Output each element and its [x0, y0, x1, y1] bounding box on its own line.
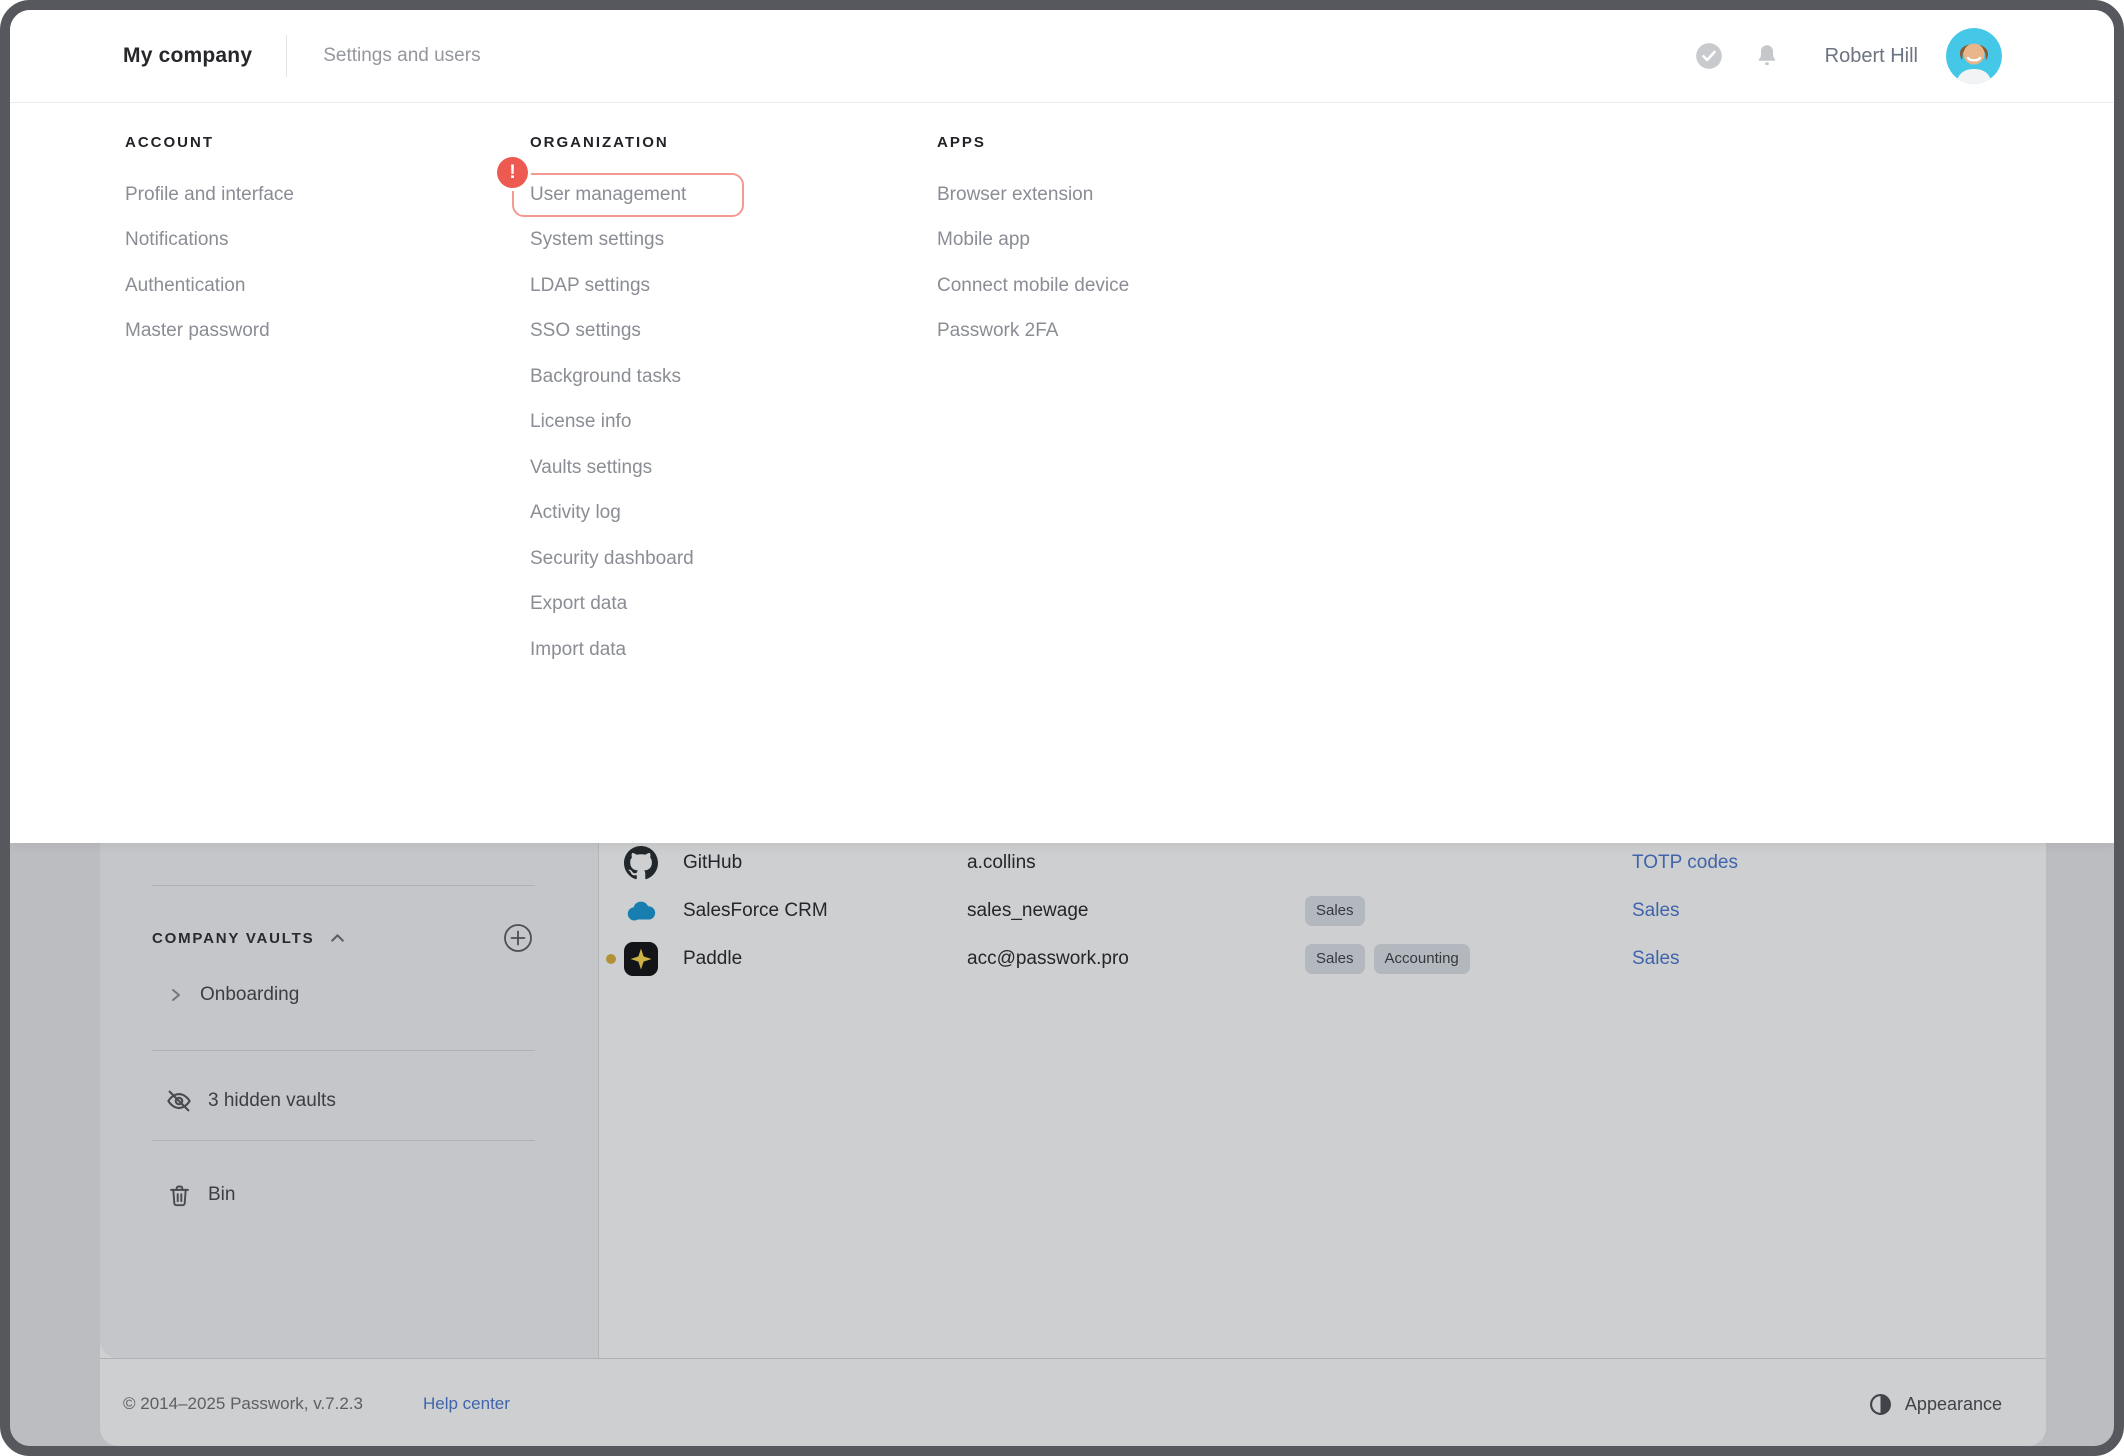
tasks-check-icon[interactable] [1695, 42, 1723, 70]
column-title: ACCOUNT [125, 134, 294, 162]
menu-item-export-data[interactable]: Export data [530, 582, 694, 628]
menu-item-master-password[interactable]: Master password [125, 309, 294, 355]
menu-column-account: ACCOUNT Profile and interface Notificati… [125, 134, 294, 354]
menu-item-authentication[interactable]: Authentication [125, 263, 294, 309]
menu-item-system-settings[interactable]: System settings [530, 218, 694, 264]
menu-item-security-dashboard[interactable]: Security dashboard [530, 536, 694, 582]
company-title[interactable]: My company [123, 44, 252, 68]
header-separator [286, 35, 287, 77]
menu-item-background-tasks[interactable]: Background tasks [530, 354, 694, 400]
breadcrumb-section: Settings and users [323, 45, 480, 67]
app-window: COMPANY VAULTS Onboarding 3 hidden vault… [0, 0, 2124, 1456]
menu-item-browser-extension[interactable]: Browser extension [937, 172, 1129, 218]
menu-item-mobile-app[interactable]: Mobile app [937, 218, 1129, 264]
menu-item-import-data[interactable]: Import data [530, 627, 694, 673]
menu-item-sso-settings[interactable]: SSO settings [530, 309, 694, 355]
menu-item-activity-log[interactable]: Activity log [530, 491, 694, 537]
settings-mega-menu: My company Settings and users Robert Hil… [10, 10, 2114, 843]
menu-item-notifications[interactable]: Notifications [125, 218, 294, 264]
menu-item-license-info[interactable]: License info [530, 400, 694, 446]
menu-item-profile-and-interface[interactable]: Profile and interface [125, 172, 294, 218]
menu-item-vaults-settings[interactable]: Vaults settings [530, 445, 694, 491]
menu-column-apps: APPS Browser extension Mobile app Connec… [937, 134, 1129, 354]
column-title: ORGANIZATION [530, 134, 694, 162]
dim-overlay[interactable] [10, 843, 2114, 1446]
top-bar: My company Settings and users Robert Hil… [10, 10, 2114, 103]
column-title: APPS [937, 134, 1129, 162]
alert-badge: ! [497, 157, 528, 188]
menu-item-label: User management [530, 184, 686, 206]
menu-item-connect-mobile-device[interactable]: Connect mobile device [937, 263, 1129, 309]
menu-column-organization: ORGANIZATION ! User management System se… [530, 134, 694, 673]
notifications-bell-icon[interactable] [1753, 42, 1781, 70]
user-name[interactable]: Robert Hill [1825, 45, 1918, 68]
menu-item-ldap-settings[interactable]: LDAP settings [530, 263, 694, 309]
avatar[interactable] [1946, 28, 2002, 84]
menu-item-user-management[interactable]: ! User management [530, 172, 694, 218]
menu-item-passwork-2fa[interactable]: Passwork 2FA [937, 309, 1129, 355]
